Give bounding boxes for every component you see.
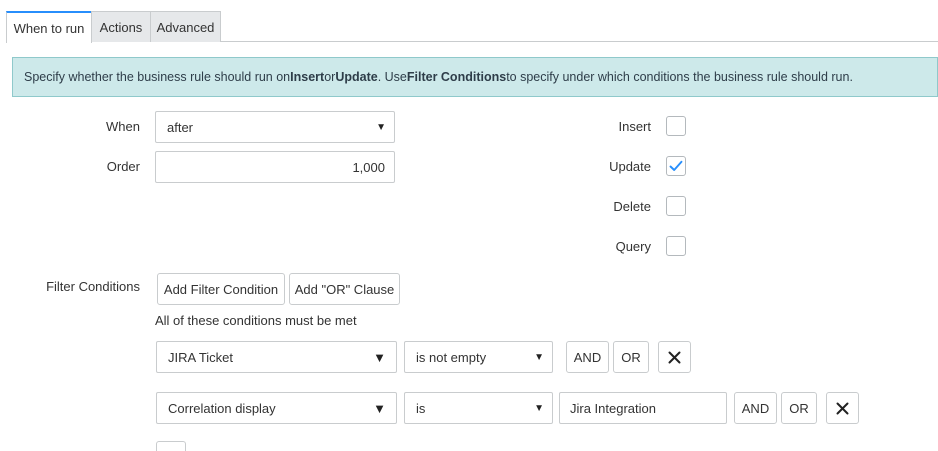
- when-label: When: [106, 119, 140, 134]
- chevron-down-icon: ▼: [373, 400, 386, 416]
- banner-filter-conditions: Filter Conditions: [406, 70, 507, 84]
- query-label: Query: [615, 239, 651, 254]
- tab-when-to-run[interactable]: When to run: [6, 11, 92, 43]
- condition-operator-value: is not empty: [416, 349, 487, 365]
- condition-and-button[interactable]: AND: [734, 392, 777, 424]
- conditions-summary: All of these conditions must be met: [155, 313, 357, 328]
- add-or-clause-button[interactable]: Add "OR" Clause: [289, 273, 400, 305]
- chevron-down-icon: ▼: [373, 349, 386, 365]
- delete-checkbox[interactable]: [666, 196, 686, 216]
- delete-label: Delete: [613, 199, 651, 214]
- update-checkbox[interactable]: [666, 156, 686, 176]
- chevron-down-icon: ▼: [534, 351, 544, 363]
- order-input-value: 1,000: [352, 159, 385, 175]
- condition-or-button[interactable]: OR: [781, 392, 817, 424]
- condition-field-select[interactable]: JIRA Ticket ▼: [156, 341, 397, 373]
- order-input[interactable]: 1,000: [155, 151, 395, 183]
- condition-operator-select[interactable]: is ▼: [404, 392, 553, 424]
- condition-or-button[interactable]: OR: [613, 341, 649, 373]
- tab-advanced[interactable]: Advanced: [150, 11, 221, 42]
- condition-value-input[interactable]: Jira Integration: [559, 392, 727, 424]
- insert-checkbox[interactable]: [666, 116, 686, 136]
- banner-text-or: or: [324, 70, 336, 84]
- close-icon: [668, 351, 681, 363]
- condition-operator-value: is: [416, 400, 426, 416]
- remove-condition-button[interactable]: [658, 341, 691, 373]
- add-filter-condition-button[interactable]: Add Filter Condition: [157, 273, 285, 305]
- query-checkbox[interactable]: [666, 236, 686, 256]
- filter-conditions-label: Filter Conditions: [46, 279, 140, 294]
- condition-field-value: Correlation display: [168, 400, 276, 416]
- banner-text-1: Specify whether the business rule should…: [24, 70, 291, 84]
- banner-update: Update: [335, 70, 378, 84]
- tab-actions[interactable]: Actions: [91, 11, 151, 42]
- close-icon: [836, 402, 849, 414]
- order-label: Order: [106, 159, 140, 174]
- condition-operator-select[interactable]: is not empty ▼: [404, 341, 553, 373]
- new-condition-button[interactable]: [156, 441, 186, 451]
- chevron-down-icon: ▼: [534, 402, 544, 414]
- insert-label: Insert: [618, 119, 651, 134]
- info-banner: Specify whether the business rule should…: [12, 57, 938, 97]
- condition-value-text: Jira Integration: [570, 400, 656, 416]
- when-select-value: after: [167, 119, 194, 135]
- chevron-down-icon: ▼: [376, 121, 386, 133]
- update-label: Update: [609, 159, 651, 174]
- checkmark-icon: [669, 160, 683, 171]
- banner-text-2: . Use: [377, 70, 407, 84]
- condition-field-value: JIRA Ticket: [168, 349, 234, 365]
- condition-and-button[interactable]: AND: [566, 341, 609, 373]
- condition-field-select[interactable]: Correlation display ▼: [156, 392, 397, 424]
- banner-text-3: to specify under which conditions the bu…: [506, 70, 853, 84]
- banner-insert: Insert: [290, 70, 325, 84]
- remove-condition-button[interactable]: [826, 392, 859, 424]
- when-select[interactable]: after ▼: [155, 111, 395, 143]
